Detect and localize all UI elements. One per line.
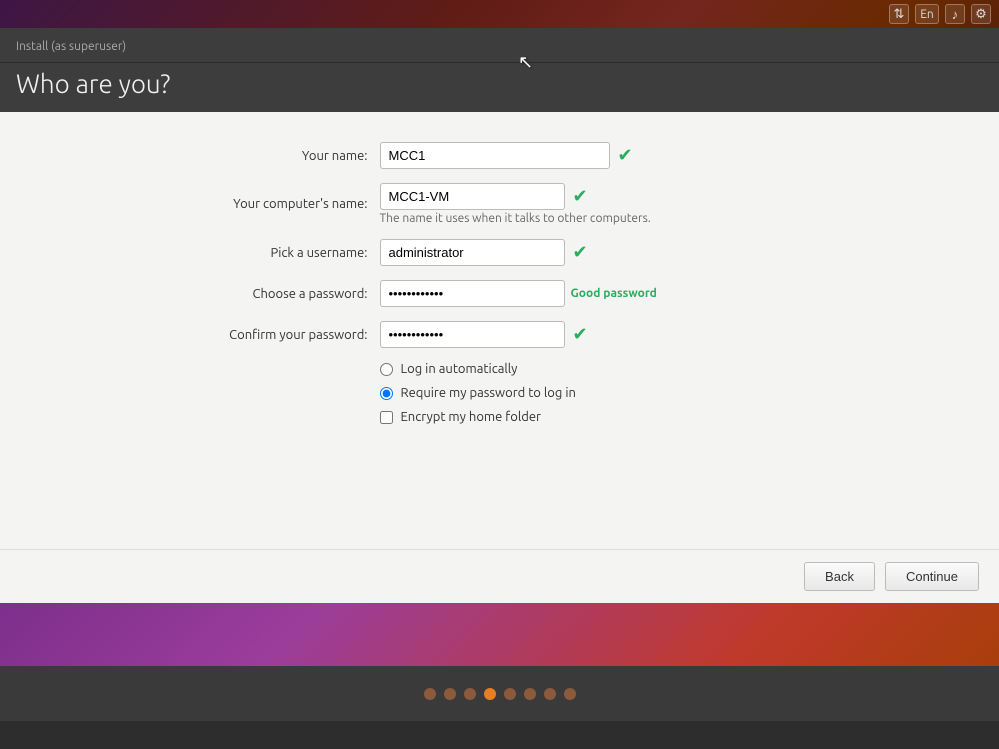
- installer-subtitle: Install (as superuser): [16, 40, 126, 53]
- progress-dot-5[interactable]: [524, 688, 536, 700]
- login-auto-radio[interactable]: [380, 363, 393, 376]
- progress-dot-4[interactable]: [504, 688, 516, 700]
- computer-name-sub: ✔ The name it uses when it talks to othe…: [380, 183, 651, 225]
- computer-name-label: Your computer's name:: [160, 197, 380, 211]
- encrypt-home-row: Encrypt my home folder: [380, 410, 840, 424]
- password-label: Choose a password:: [160, 287, 380, 301]
- installer-footer: Back Continue: [0, 549, 999, 603]
- confirm-password-row: Confirm your password: ✔: [160, 321, 840, 348]
- your-name-row: Your name: ✔: [160, 142, 840, 169]
- settings-icon[interactable]: ⚙: [971, 4, 991, 24]
- computer-name-input[interactable]: [380, 183, 565, 210]
- top-system-bar: ⇅ En ♪ ⚙: [0, 0, 999, 28]
- language-icon[interactable]: En: [915, 4, 939, 24]
- progress-dot-3[interactable]: [484, 688, 496, 700]
- progress-dot-6[interactable]: [544, 688, 556, 700]
- computer-name-check-icon: ✔: [573, 186, 588, 207]
- your-name-input[interactable]: [380, 142, 610, 169]
- require-password-label[interactable]: Require my password to log in: [401, 386, 576, 400]
- confirm-password-input[interactable]: [380, 321, 565, 348]
- username-check-icon: ✔: [573, 242, 588, 263]
- username-row: Pick a username: ✔: [160, 239, 840, 266]
- username-label: Pick a username:: [160, 246, 380, 260]
- username-input[interactable]: [380, 239, 565, 266]
- password-row: Choose a password: Good password: [160, 280, 840, 307]
- confirm-password-label: Confirm your password:: [160, 328, 380, 342]
- progress-dot-1[interactable]: [444, 688, 456, 700]
- your-name-label: Your name:: [160, 149, 380, 163]
- bottom-bar: [0, 721, 999, 749]
- confirm-password-check-icon: ✔: [573, 324, 588, 345]
- computer-name-row: Your computer's name: ✔ The name it uses…: [160, 183, 840, 225]
- installer-header: Install (as superuser): [0, 28, 999, 63]
- transfer-icon[interactable]: ⇅: [889, 4, 909, 24]
- your-name-check-icon: ✔: [618, 145, 633, 166]
- installer-title-bar: Who are you?: [0, 63, 999, 112]
- password-strength-label: Good password: [571, 287, 657, 300]
- volume-icon[interactable]: ♪: [945, 4, 965, 24]
- login-auto-row: Log in automatically: [380, 362, 840, 376]
- password-input[interactable]: [380, 280, 565, 307]
- login-auto-label[interactable]: Log in automatically: [401, 362, 518, 376]
- back-button[interactable]: Back: [804, 562, 875, 591]
- progress-dot-7[interactable]: [564, 688, 576, 700]
- encrypt-home-label[interactable]: Encrypt my home folder: [401, 410, 541, 424]
- installer-window: Install (as superuser) Who are you? Your…: [0, 28, 999, 603]
- page-title: Who are you?: [16, 69, 983, 98]
- require-password-radio[interactable]: [380, 387, 393, 400]
- progress-dot-0[interactable]: [424, 688, 436, 700]
- computer-name-hint: The name it uses when it talks to other …: [380, 212, 651, 225]
- require-password-row: Require my password to log in: [380, 386, 840, 400]
- continue-button[interactable]: Continue: [885, 562, 979, 591]
- installer-content: Your name: ✔ Your computer's name: ✔ The…: [0, 112, 999, 549]
- progress-bar: [0, 666, 999, 721]
- progress-dot-2[interactable]: [464, 688, 476, 700]
- encrypt-home-checkbox[interactable]: [380, 411, 393, 424]
- form-container: Your name: ✔ Your computer's name: ✔ The…: [160, 142, 840, 434]
